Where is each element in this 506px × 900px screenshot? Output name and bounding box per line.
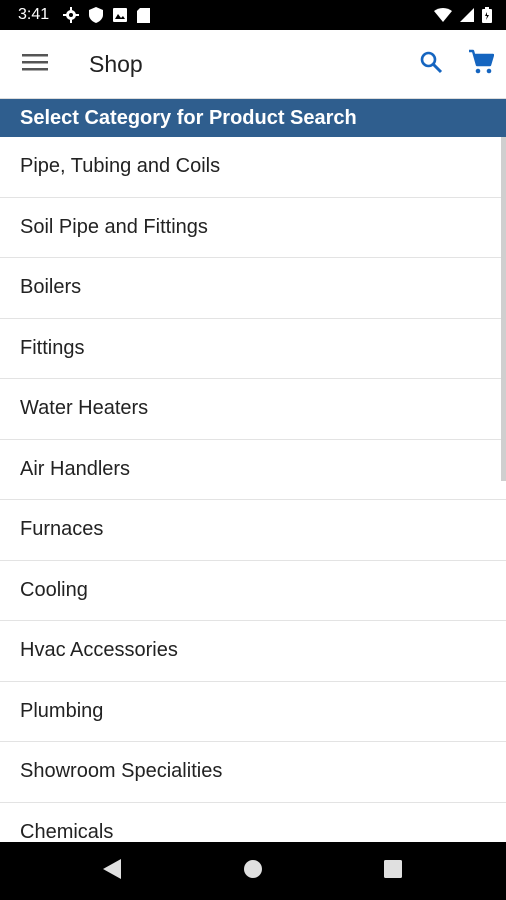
status-bar: 3:41 — [0, 0, 506, 30]
status-left-icons — [63, 7, 151, 23]
recents-button[interactable] — [358, 842, 428, 900]
list-item[interactable]: Boilers — [0, 258, 506, 319]
nav-bar — [0, 842, 506, 900]
signal-icon — [460, 8, 474, 22]
list-item[interactable]: Plumbing — [0, 681, 506, 742]
status-right-icons — [434, 7, 492, 23]
wifi-icon — [434, 8, 452, 22]
shield-icon — [89, 7, 104, 23]
status-time: 3:41 — [18, 6, 50, 23]
back-button[interactable] — [77, 842, 147, 900]
search-button[interactable] — [406, 30, 456, 99]
category-list: Pipe, Tubing and Coils Soil Pipe and Fit… — [0, 137, 506, 842]
back-icon — [103, 858, 121, 884]
cart-icon — [468, 49, 495, 80]
app-bar: Shop — [0, 30, 506, 99]
list-item[interactable]: Furnaces — [0, 500, 506, 561]
list-item[interactable]: Soil Pipe and Fittings — [0, 197, 506, 258]
gear-icon — [63, 7, 80, 23]
photo-icon — [113, 8, 128, 22]
list-item[interactable]: Chemicals — [0, 802, 506, 842]
home-icon — [243, 859, 263, 884]
list-item[interactable]: Pipe, Tubing and Coils — [0, 137, 506, 198]
home-button[interactable] — [218, 842, 288, 900]
list-item[interactable]: Showroom Specialities — [0, 742, 506, 803]
recents-icon — [384, 859, 402, 883]
app-actions — [406, 30, 506, 99]
list-item[interactable]: Hvac Accessories — [0, 621, 506, 682]
cart-button[interactable] — [456, 30, 506, 99]
sd-card-icon — [137, 7, 151, 23]
search-icon — [419, 50, 443, 79]
list-item[interactable]: Cooling — [0, 560, 506, 621]
category-header: Select Category for Product Search — [0, 99, 506, 137]
list-item[interactable]: Fittings — [0, 318, 506, 379]
battery-icon — [482, 7, 492, 23]
scrollbar[interactable] — [501, 137, 506, 481]
menu-icon — [22, 52, 48, 77]
menu-button[interactable] — [0, 30, 70, 99]
list-item[interactable]: Air Handlers — [0, 439, 506, 500]
list-item[interactable]: Water Heaters — [0, 379, 506, 440]
page-title: Shop — [89, 50, 143, 77]
